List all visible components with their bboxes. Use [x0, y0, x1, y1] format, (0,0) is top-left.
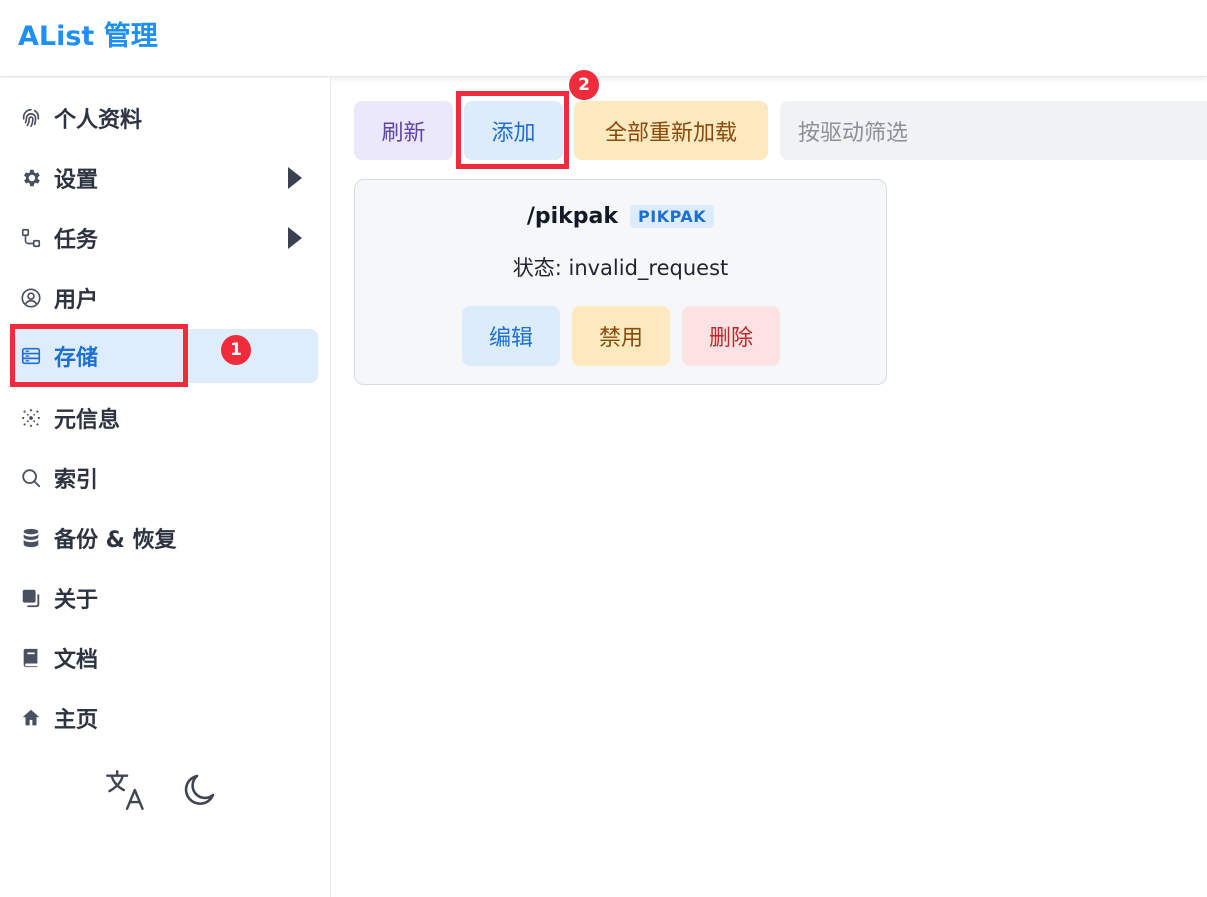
user-circle-icon	[18, 285, 44, 311]
translate-icon[interactable]	[104, 768, 148, 812]
sidebar-item-label: 存储	[54, 346, 99, 371]
sidebar-item-backup-restore[interactable]: 备份 & 恢复	[10, 511, 318, 565]
app-header: AList 管理	[0, 0, 1207, 77]
annotation-badge-1: 1	[221, 335, 251, 365]
moon-icon[interactable]	[178, 768, 222, 812]
sidebar-item-label: 元信息	[54, 408, 121, 433]
sidebar: 个人资料 设置 任务 用户 存储 元信息 索引 备份 & 恢复 关于 文档 主页	[0, 78, 331, 897]
storage-icon	[18, 343, 44, 369]
sidebar-item-label: 个人资料	[54, 108, 143, 133]
sidebar-item-users[interactable]: 用户	[10, 271, 318, 325]
sidebar-item-about[interactable]: 关于	[10, 571, 318, 625]
edit-button[interactable]: 编辑	[462, 306, 560, 366]
driver-badge: PIKPAK	[630, 205, 715, 228]
meta-icon	[18, 405, 44, 431]
main-content: 刷新 添加 全部重新加载 按驱动筛选 /pikpak PIKPAK 状态: in…	[332, 78, 1207, 897]
sidebar-item-label: 文档	[54, 648, 99, 673]
sidebar-item-home[interactable]: 主页	[10, 691, 318, 745]
fingerprint-icon	[18, 105, 44, 131]
sidebar-item-label: 任务	[54, 228, 99, 253]
sidebar-item-meta[interactable]: 元信息	[10, 391, 318, 445]
disable-button[interactable]: 禁用	[572, 306, 670, 366]
refresh-button[interactable]: 刷新	[354, 101, 453, 160]
home-icon	[18, 705, 44, 731]
expand-arrow-icon[interactable]	[288, 227, 302, 249]
copy-icon	[18, 585, 44, 611]
sidebar-item-label: 主页	[54, 708, 99, 733]
storage-path: /pikpak	[526, 204, 619, 229]
database-icon	[18, 525, 44, 551]
storage-card: /pikpak PIKPAK 状态: invalid_request 编辑 禁用…	[354, 179, 887, 385]
status-label: 状态:	[512, 256, 562, 280]
reload-all-button[interactable]: 全部重新加载	[574, 101, 768, 160]
add-button[interactable]: 添加	[464, 101, 563, 160]
sidebar-item-docs[interactable]: 文档	[10, 631, 318, 685]
storage-status: 状态: invalid_request	[355, 252, 886, 282]
sidebar-item-profile[interactable]: 个人资料	[10, 91, 318, 145]
app-title[interactable]: AList 管理	[18, 14, 158, 53]
sidebar-item-settings[interactable]: 设置	[10, 151, 318, 205]
sidebar-item-index[interactable]: 索引	[10, 451, 318, 505]
sidebar-item-label: 用户	[54, 288, 99, 313]
sidebar-item-tasks[interactable]: 任务	[10, 211, 318, 265]
delete-button[interactable]: 删除	[682, 306, 780, 366]
book-icon	[18, 645, 44, 671]
search-icon	[18, 465, 44, 491]
sidebar-footer	[104, 768, 222, 812]
sidebar-item-label: 备份 & 恢复	[54, 528, 177, 553]
sidebar-item-label: 索引	[54, 468, 99, 493]
expand-arrow-icon[interactable]	[288, 167, 302, 189]
flow-icon	[18, 225, 44, 251]
gear-icon	[18, 165, 44, 191]
status-value: invalid_request	[568, 256, 729, 280]
sidebar-item-label: 设置	[54, 168, 99, 193]
annotation-badge-2: 2	[569, 70, 599, 100]
driver-filter-input[interactable]: 按驱动筛选	[780, 101, 1207, 160]
sidebar-item-label: 关于	[54, 588, 99, 613]
sidebar-item-storage[interactable]: 存储	[10, 329, 318, 383]
storage-card-header: /pikpak PIKPAK	[355, 204, 886, 229]
